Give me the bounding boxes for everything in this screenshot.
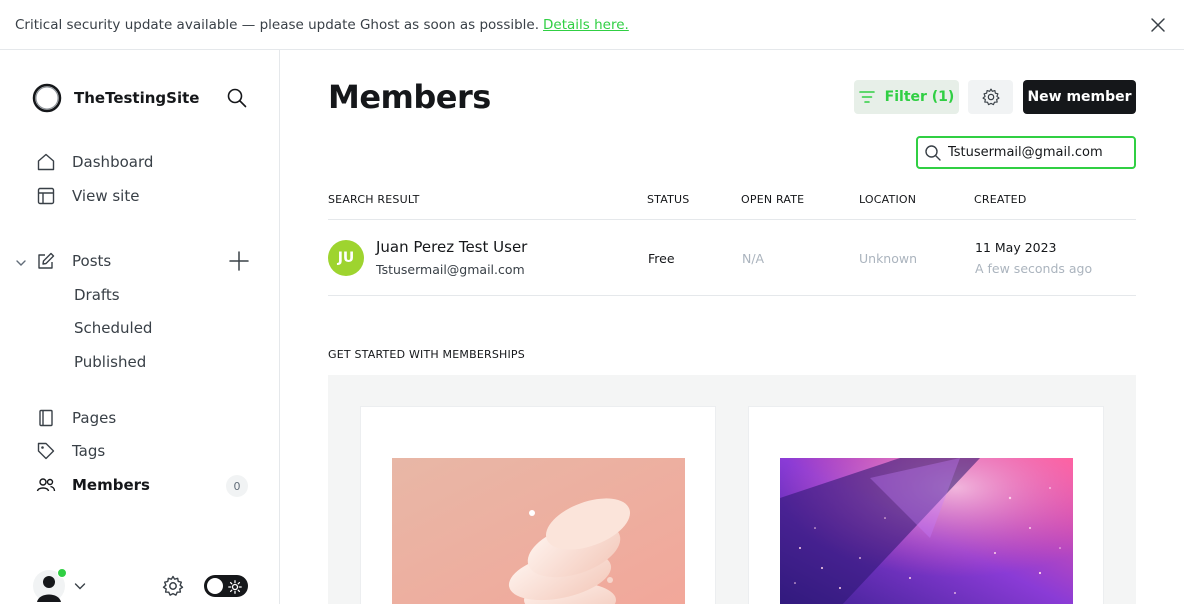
sidebar-item-tags[interactable]: Tags	[36, 441, 105, 461]
column-header-search-result: SEARCH RESULT	[328, 193, 420, 206]
member-search-input[interactable]	[948, 145, 1128, 160]
sidebar-item-drafts[interactable]: Drafts	[74, 286, 120, 304]
member-email: Tstusermail@gmail.com	[376, 262, 525, 277]
membership-illustration	[392, 458, 685, 604]
filter-icon	[858, 91, 875, 103]
page-icon	[36, 408, 56, 428]
sidebar-item-scheduled[interactable]: Scheduled	[74, 319, 152, 337]
member-name: Juan Perez Test User	[376, 238, 528, 256]
sun-icon	[228, 579, 242, 594]
sidebar-item-label: Pages	[72, 409, 117, 427]
sidebar-item-members[interactable]: Members	[36, 475, 150, 495]
members-settings-button[interactable]	[968, 80, 1013, 114]
close-icon[interactable]	[1148, 15, 1168, 35]
page-title: Members	[328, 78, 491, 116]
users-icon	[36, 475, 56, 495]
table-row[interactable]: JU Juan Perez Test User Tstusermail@gmai…	[328, 220, 1136, 296]
sidebar-item-pages[interactable]: Pages	[36, 408, 116, 428]
sidebar-item-label: Tags	[72, 442, 106, 460]
banner-details-link[interactable]: Details here.	[543, 17, 629, 33]
membership-illustration	[780, 458, 1073, 604]
sidebar-item-dashboard[interactable]: Dashboard	[36, 152, 153, 172]
column-header-open-rate[interactable]: OPEN RATE	[741, 193, 804, 206]
membership-card[interactable]	[748, 406, 1104, 604]
site-name: TheTestingSite	[74, 89, 200, 107]
chevron-down-icon[interactable]	[73, 578, 87, 592]
get-started-heading: GET STARTED WITH MEMBERSHIPS	[328, 348, 525, 361]
plus-icon[interactable]	[228, 250, 250, 272]
update-banner: Critical security update available — ple…	[0, 0, 1184, 50]
gear-icon[interactable]	[161, 574, 185, 598]
membership-card[interactable]	[360, 406, 716, 604]
tag-icon	[36, 441, 56, 461]
sidebar-item-label: Dashboard	[72, 153, 154, 171]
sidebar-item-label: View site	[72, 187, 140, 205]
search-icon[interactable]	[226, 87, 248, 109]
site-brand[interactable]: TheTestingSite	[32, 83, 199, 113]
filter-label: Filter (1)	[884, 89, 955, 105]
member-created-relative: A few seconds ago	[975, 261, 1093, 276]
member-search-box[interactable]	[916, 136, 1136, 169]
home-icon	[36, 152, 56, 172]
user-avatar[interactable]	[33, 568, 67, 604]
member-open-rate: N/A	[742, 251, 765, 266]
new-member-button[interactable]: New member	[1023, 80, 1136, 114]
theme-toggle[interactable]	[204, 575, 248, 597]
banner-message: Critical security update available — ple…	[15, 16, 540, 33]
gear-icon	[982, 88, 999, 106]
online-status-dot	[57, 568, 67, 578]
chevron-down-icon[interactable]	[14, 255, 28, 269]
column-header-location[interactable]: LOCATION	[859, 193, 916, 206]
site-logo-icon	[32, 83, 62, 113]
sidebar-item-posts[interactable]: Posts	[36, 251, 111, 271]
sidebar-item-published[interactable]: Published	[74, 353, 146, 371]
member-location: Unknown	[859, 251, 918, 266]
sidebar-item-view-site[interactable]: View site	[36, 186, 139, 206]
member-avatar: JU	[328, 240, 364, 276]
member-status: Free	[648, 251, 675, 266]
member-created-date: 11 May 2023	[975, 240, 1057, 255]
toggle-knob	[207, 578, 223, 594]
column-header-created[interactable]: CREATED	[974, 193, 1027, 206]
sidebar-item-label: Posts	[72, 252, 112, 270]
edit-icon	[36, 251, 56, 271]
members-count-badge: 0	[226, 475, 248, 497]
get-started-panel	[328, 375, 1136, 604]
sidebar-item-label: Members	[72, 476, 150, 494]
column-header-status[interactable]: STATUS	[647, 193, 689, 206]
filter-button[interactable]: Filter (1)	[854, 80, 959, 114]
layout-icon	[36, 186, 56, 206]
search-icon	[925, 144, 941, 161]
